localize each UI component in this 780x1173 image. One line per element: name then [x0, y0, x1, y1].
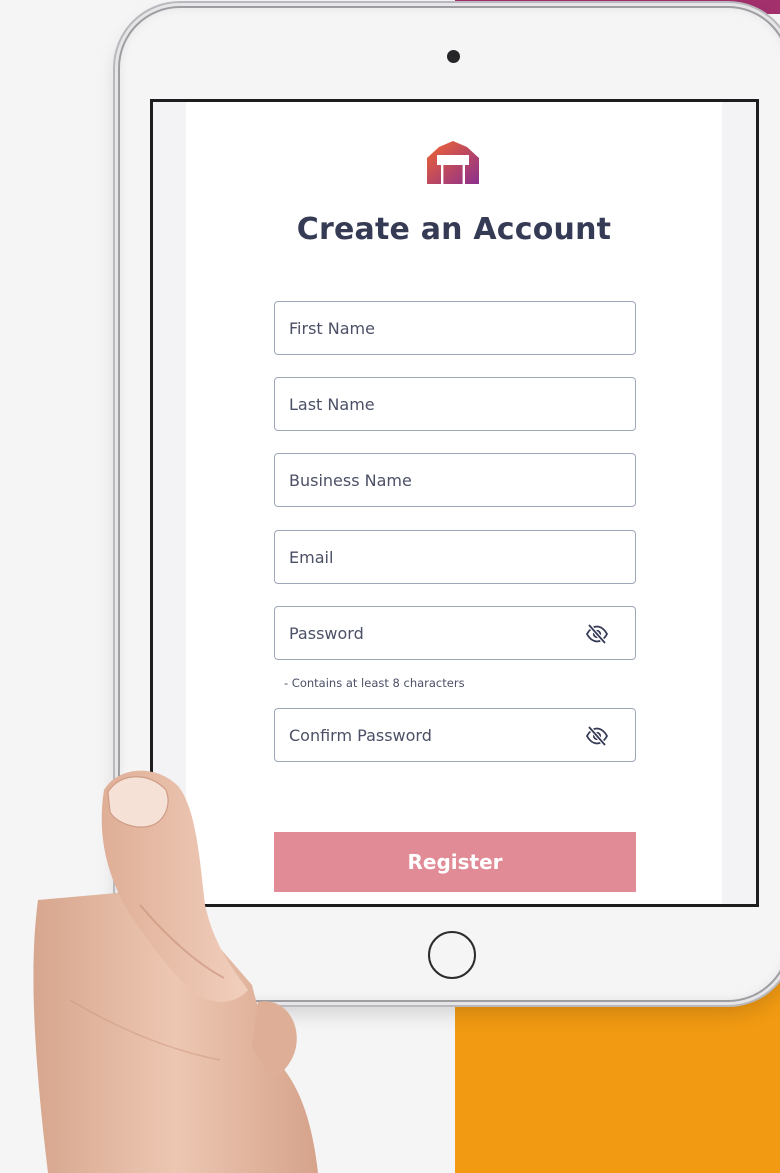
house-logo-icon: [427, 141, 479, 184]
confirm-password-input[interactable]: [275, 709, 635, 761]
confirm-password-field[interactable]: [274, 708, 636, 762]
password-hint: - Contains at least 8 characters: [284, 676, 465, 690]
last-name-input[interactable]: [275, 378, 635, 430]
email-field[interactable]: [274, 530, 636, 584]
tablet-screen: Create an Account First Name Last Name B…: [150, 99, 759, 907]
password-input[interactable]: [275, 607, 635, 659]
password-field[interactable]: [274, 606, 636, 660]
business-name-field[interactable]: [274, 453, 636, 507]
screen-background: Create an Account First Name Last Name B…: [153, 102, 756, 904]
eye-off-icon[interactable]: [585, 622, 609, 646]
page-title: Create an Account: [296, 212, 612, 247]
business-name-input[interactable]: [275, 454, 635, 506]
first-name-field[interactable]: [274, 301, 636, 355]
registration-page: Create an Account First Name Last Name B…: [186, 102, 722, 904]
email-input[interactable]: [275, 531, 635, 583]
camera-icon: [447, 50, 460, 63]
first-name-input[interactable]: [275, 302, 635, 354]
register-button[interactable]: Register: [274, 832, 636, 892]
last-name-field[interactable]: [274, 377, 636, 431]
home-button[interactable]: [428, 931, 476, 979]
eye-off-icon[interactable]: [585, 724, 609, 748]
